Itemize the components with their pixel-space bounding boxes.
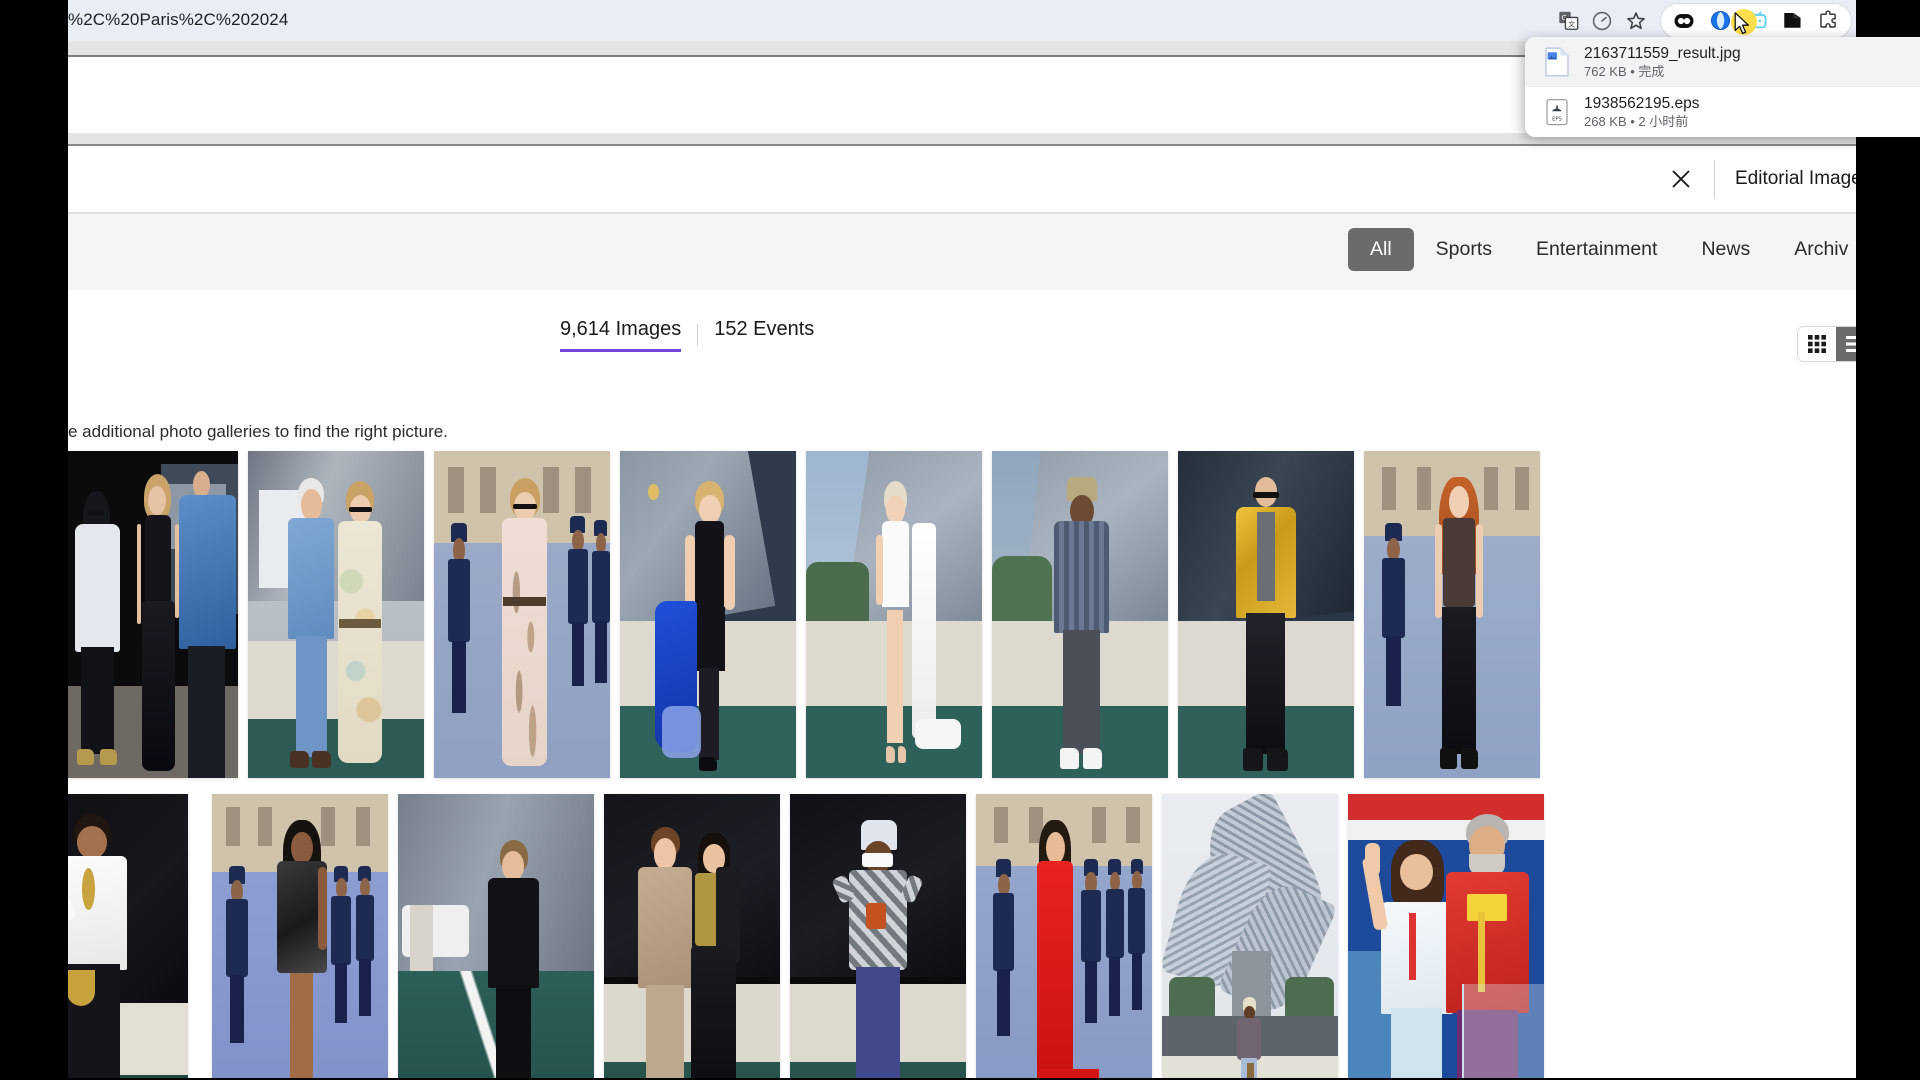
page-content: Editorial Images All Sports Entertainmen… xyxy=(0,41,1920,1080)
photo-man-check-jacket-cap[interactable] xyxy=(992,451,1168,778)
extension-panda-icon[interactable] xyxy=(1667,4,1701,38)
mosaic-view-icon[interactable] xyxy=(1798,327,1836,361)
results-summary-bar: 9,614 Images 152 Events xyxy=(0,290,1920,372)
category-tabs: All Sports Entertainment News Archiv xyxy=(1348,228,1870,271)
tab-sports[interactable]: Sports xyxy=(1414,228,1514,271)
photo-foundation-building-exterior[interactable] xyxy=(1162,794,1338,1080)
left-letterbox xyxy=(0,0,68,1080)
screenshot-root: Editorial Images All Sports Entertainmen… xyxy=(0,0,1920,1080)
photo-couple-black-gown-night[interactable] xyxy=(62,451,238,778)
jpg-file-icon xyxy=(1543,47,1570,77)
header-divider xyxy=(1714,160,1715,198)
download-filename: 1938562195.eps xyxy=(1584,95,1700,112)
helper-text: e additional photo galleries to find the… xyxy=(68,422,448,441)
download-meta: 1938562195.eps 268 KB • 2 小时前 xyxy=(1584,94,1700,130)
svg-text:文: 文 xyxy=(1568,20,1575,29)
performance-gauge-icon[interactable] xyxy=(1585,4,1619,38)
extension-globe-icon[interactable] xyxy=(1703,4,1737,38)
photo-leather-coat-blue-carpet[interactable] xyxy=(212,794,388,1080)
svg-text:EPS: EPS xyxy=(1552,116,1562,122)
tab-news[interactable]: News xyxy=(1679,228,1772,271)
photo-red-hair-sheer-top-leather[interactable] xyxy=(1364,451,1540,778)
photo-gold-jacket-leather-pants[interactable] xyxy=(1178,451,1354,778)
bookmark-star-icon[interactable] xyxy=(1619,4,1653,38)
photo-blue-suit-and-floral-gown[interactable] xyxy=(248,451,424,778)
photo-grid-row-1 xyxy=(0,451,1920,778)
download-item[interactable]: 2163711559_result.jpg 762 KB • 完成 xyxy=(1525,37,1920,87)
download-item[interactable]: EPS 1938562195.eps 268 KB • 2 小时前 xyxy=(1525,87,1920,137)
photo-grid-row-2 xyxy=(0,794,1920,1080)
extension-bilibili-tv-icon[interactable] xyxy=(1739,4,1773,38)
events-count-tab[interactable]: 152 Events xyxy=(714,318,814,341)
page-title: Editorial Images xyxy=(1735,168,1872,189)
counts-divider xyxy=(697,324,699,346)
photo-red-gown-honor-guard[interactable] xyxy=(976,794,1152,1080)
overlay-header: Editorial Images xyxy=(0,146,1920,212)
eps-file-icon: EPS xyxy=(1543,97,1570,127)
address-bar-text[interactable]: %2C%20Paris%2C%202024 xyxy=(68,10,288,30)
download-status: 762 KB • 完成 xyxy=(1584,64,1665,79)
tab-all[interactable]: All xyxy=(1348,228,1414,271)
right-letterbox xyxy=(1856,0,1920,1080)
photo-waving-woman-and-man-stands[interactable] xyxy=(1348,794,1544,1080)
download-status: 268 KB • 2 小时前 xyxy=(1584,114,1689,129)
results-counts: 9,614 Images 152 Events xyxy=(560,318,814,352)
photo-floral-gown-honor-guard[interactable] xyxy=(434,451,610,778)
download-filename: 2163711559_result.jpg xyxy=(1584,45,1741,62)
extensions-puzzle-icon[interactable] xyxy=(1811,4,1845,38)
photo-black-dress-blue-train[interactable] xyxy=(620,451,796,778)
download-meta: 2163711559_result.jpg 762 KB • 完成 xyxy=(1584,44,1741,80)
tab-entertainment[interactable]: Entertainment xyxy=(1514,228,1679,271)
photo-hat-glasses-printed-jacket[interactable] xyxy=(790,794,966,1080)
photo-tan-suit-couple[interactable] xyxy=(604,794,780,1080)
category-tabs-bar: All Sports Entertainment News Archiv xyxy=(0,214,1920,290)
images-count-tab[interactable]: 9,614 Images xyxy=(560,318,682,352)
extension-capture-icon[interactable] xyxy=(1775,4,1809,38)
extensions-pill xyxy=(1661,3,1851,38)
close-icon[interactable] xyxy=(1665,163,1697,195)
browser-toolbar: %2C%20Paris%2C%202024 G 文 xyxy=(0,0,1920,41)
photo-grid xyxy=(0,451,1920,1080)
translate-icon[interactable]: G 文 xyxy=(1551,4,1585,38)
photo-white-one-shoulder-gown[interactable] xyxy=(806,451,982,778)
photo-black-suit-walkway[interactable] xyxy=(398,794,594,1080)
downloads-panel[interactable]: 2163711559_result.jpg 762 KB • 完成 EPS 19… xyxy=(1525,37,1920,137)
